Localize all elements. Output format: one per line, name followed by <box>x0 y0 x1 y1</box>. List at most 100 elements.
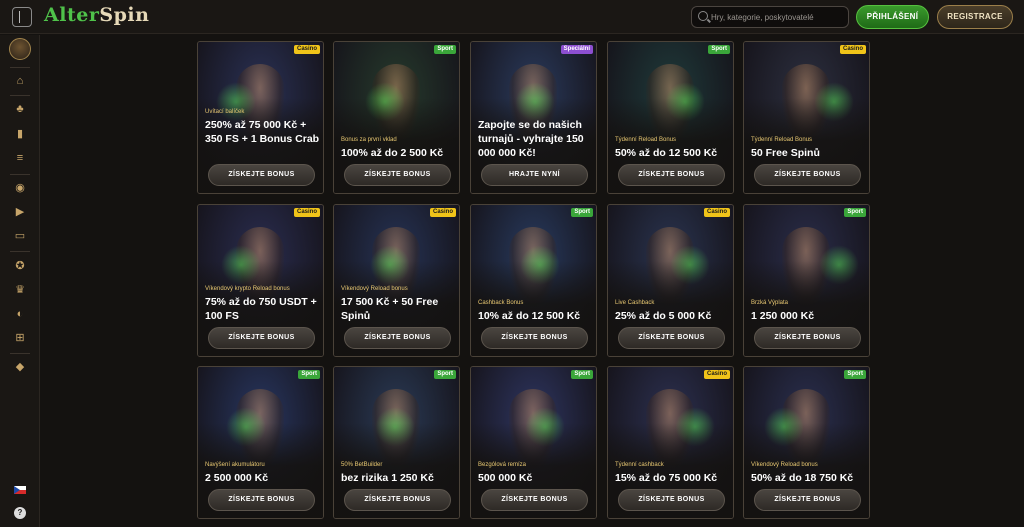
promo-subtitle: Live Cashback <box>615 300 655 306</box>
claim-bonus-button[interactable]: ZÍSKEJTE BONUS <box>481 489 588 511</box>
sidebar-divider <box>10 174 30 175</box>
promo-subtitle: Navýšení akumulátoru <box>205 462 265 468</box>
search-input[interactable] <box>711 7 845 27</box>
promo-card[interactable]: Casino Týdenní Reload Bonus 50 Free Spinů Z… <box>743 41 870 194</box>
promo-subtitle: Týdenní Reload Bonus <box>751 137 813 143</box>
avatar[interactable] <box>9 38 31 60</box>
slots-icon[interactable]: ≡ <box>13 151 27 165</box>
promo-title: 250% až 75 000 Kč + 350 FS + 1 Bonus Cra… <box>205 119 320 145</box>
promo-subtitle: Cashback Bonus <box>478 300 524 306</box>
claim-bonus-button[interactable]: ZÍSKEJTE BONUS <box>481 327 588 349</box>
claim-bonus-button[interactable]: ZÍSKEJTE BONUS <box>754 164 861 186</box>
promo-subtitle: Víkendový krypto Reload bonus <box>205 286 290 292</box>
promo-card[interactable]: Casino Uvítací balíček 250% až 75 000 Kč +… <box>197 41 324 194</box>
claim-bonus-button[interactable]: ZÍSKEJTE BONUS <box>754 327 861 349</box>
promo-subtitle: Víkendový Reload bonus <box>751 462 818 468</box>
promo-subtitle: Týdenní cashback <box>615 462 664 468</box>
promo-title: 15% až do 75 000 Kč <box>615 472 718 484</box>
promo-subtitle: Týdenní Reload Bonus <box>615 137 677 143</box>
promo-subtitle: Uvítací balíček <box>205 109 245 115</box>
claim-bonus-button[interactable]: ZÍSKEJTE BONUS <box>754 489 861 511</box>
sidebar-toggle-icon[interactable] <box>12 7 32 27</box>
category-badge: Casino <box>703 370 730 379</box>
search-box[interactable] <box>691 6 849 28</box>
claim-bonus-button[interactable]: ZÍSKEJTE BONUS <box>618 164 725 186</box>
promo-title: 1 250 000 Kč <box>751 310 815 322</box>
cherry-icon[interactable]: ♣ <box>13 102 27 116</box>
promo-title: 2 500 000 Kč <box>205 472 269 484</box>
promo-subtitle: 50% BetBuilder <box>341 462 383 468</box>
help-icon[interactable]: ? <box>14 507 26 519</box>
claim-bonus-button[interactable]: ZÍSKEJTE BONUS <box>344 164 451 186</box>
video-icon[interactable]: ▶ <box>13 205 27 219</box>
table-icon[interactable]: ▭ <box>13 229 27 243</box>
category-badge: Sport <box>571 208 593 217</box>
category-badge: Sport <box>708 45 730 54</box>
promo-card[interactable]: Sport Týdenní Reload Bonus 50% až do 12 50… <box>607 41 734 194</box>
promo-subtitle: Bezgólová remíza <box>478 462 527 468</box>
promo-card[interactable]: Casino Víkendový Reload bonus 17 500 Kč + … <box>333 204 460 357</box>
claim-bonus-button[interactable]: ZÍSKEJTE BONUS <box>208 489 315 511</box>
claim-bonus-button[interactable]: ZÍSKEJTE BONUS <box>344 327 451 349</box>
promo-subtitle: Brzká Výplata <box>751 300 789 306</box>
trophy-icon[interactable]: ♛ <box>13 283 27 297</box>
category-badge: Sport <box>434 45 456 54</box>
category-badge: Casino <box>293 208 320 217</box>
sidebar: ⌂ ♣ ▮ ≡ ◉ ▶ ▭ ✪ ♛ ◐ ⊞ ◆ ? <box>0 35 40 527</box>
logo[interactable]: AlterSpin <box>44 4 149 28</box>
promo-card[interactable]: Sport Bezgólová remíza 500 000 Kč ZÍSKEJTE … <box>470 366 597 519</box>
promo-title: 100% až do 2 500 Kč <box>341 147 444 159</box>
promo-title: Zapojte se do našich turnajů - vyhrajte … <box>478 119 584 159</box>
claim-bonus-button[interactable]: ZÍSKEJTE BONUS <box>344 489 451 511</box>
sidebar-divider <box>10 251 30 252</box>
claim-bonus-button[interactable]: ZÍSKEJTE BONUS <box>618 327 725 349</box>
promo-card[interactable]: Casino Týdenní cashback 15% až do 75 000 K… <box>607 366 734 519</box>
medal-icon[interactable]: ✪ <box>13 259 27 273</box>
promo-title: 500 000 Kč <box>478 472 533 484</box>
claim-bonus-button[interactable]: ZÍSKEJTE BONUS <box>618 489 725 511</box>
promo-card[interactable]: Sport Bonus za první vklad 100% až do 2 50… <box>333 41 460 194</box>
category-badge: Sport <box>571 370 593 379</box>
promo-title: 75% až do 750 USDT + 100 FS <box>205 296 317 322</box>
promo-title: 10% až do 12 500 Kč <box>478 310 581 322</box>
promo-card[interactable]: Sport Víkendový Reload bonus 50% až do 18 … <box>743 366 870 519</box>
promo-card[interactable]: Sport 50% BetBuilder bez rizika 1 250 Kč ZÍ… <box>333 366 460 519</box>
top-bar: AlterSpin PŘIHLÁŠENÍ REGISTRACE <box>0 0 1024 34</box>
logo-part-1: Alter <box>44 4 100 26</box>
login-button[interactable]: PŘIHLÁŠENÍ <box>856 5 929 29</box>
sidebar-divider <box>10 67 30 68</box>
promo-card[interactable]: Casino Víkendový krypto Reload bonus 75% a… <box>197 204 324 357</box>
home-icon[interactable]: ⌂ <box>13 74 27 88</box>
cart-icon[interactable]: ⊞ <box>13 331 27 345</box>
sidebar-divider <box>10 353 30 354</box>
category-badge: Speciální <box>560 45 593 54</box>
chip-icon[interactable]: ◉ <box>13 181 27 195</box>
category-badge: Sport <box>844 208 866 217</box>
search-icon <box>698 11 708 21</box>
promo-title: bez rizika 1 250 Kč <box>341 472 434 484</box>
promo-title: 17 500 Kč + 50 Free Spinů <box>341 296 439 322</box>
category-badge: Casino <box>429 208 456 217</box>
promo-card[interactable]: Speciální Zapojte se do našich turnajů - … <box>470 41 597 194</box>
promo-card[interactable]: Casino Live Cashback 25% až do 5 000 Kč ZÍS… <box>607 204 734 357</box>
language-flag-icon[interactable] <box>14 486 26 494</box>
logo-part-2: Spin <box>99 4 150 26</box>
register-button[interactable]: REGISTRACE <box>937 5 1013 29</box>
diamond-icon[interactable]: ◆ <box>13 360 27 374</box>
promo-subtitle: Víkendový Reload bonus <box>341 286 408 292</box>
category-badge: Casino <box>293 45 320 54</box>
planet-icon[interactable]: ◐ <box>13 307 27 321</box>
claim-bonus-button[interactable]: ZÍSKEJTE BONUS <box>208 164 315 186</box>
sidebar-divider <box>10 95 30 96</box>
promo-card[interactable]: Sport Cashback Bonus 10% až do 12 500 Kč ZÍ… <box>470 204 597 357</box>
promo-subtitle: Bonus za první vklad <box>341 137 397 143</box>
category-badge: Sport <box>434 370 456 379</box>
category-badge: Casino <box>703 208 730 217</box>
claim-bonus-button[interactable]: ZÍSKEJTE BONUS <box>208 327 315 349</box>
category-badge: Casino <box>839 45 866 54</box>
card-icon[interactable]: ▮ <box>13 127 27 141</box>
claim-bonus-button[interactable]: HRAJTE NYNÍ <box>481 164 588 186</box>
promo-title: 50 Free Spinů <box>751 147 820 159</box>
promo-card[interactable]: Sport Navýšení akumulátoru 2 500 000 Kč ZÍS… <box>197 366 324 519</box>
promo-card[interactable]: Sport Brzká Výplata 1 250 000 Kč ZÍSKEJTE B… <box>743 204 870 357</box>
